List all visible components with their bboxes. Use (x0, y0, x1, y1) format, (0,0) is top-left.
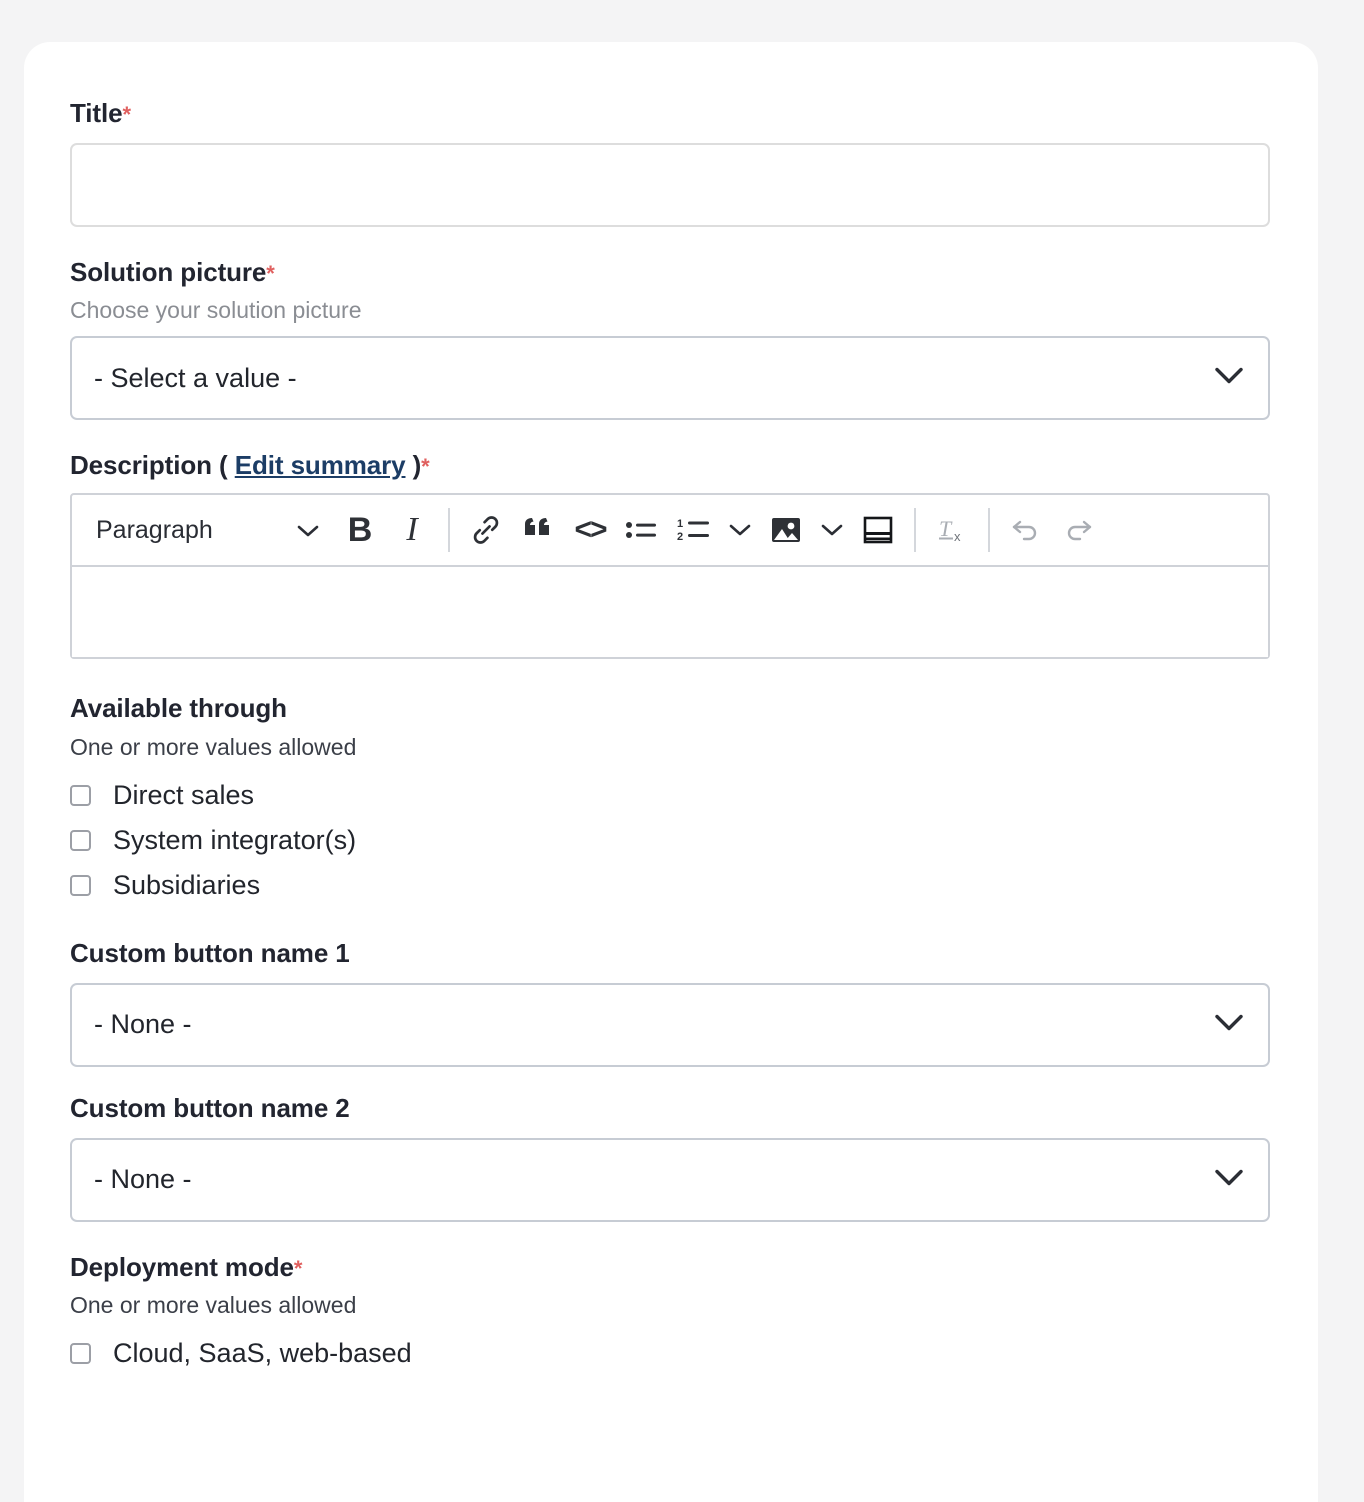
field-description: Description ( Edit summary )* Paragraph … (70, 450, 1272, 659)
available-through-help: One or more values allowed (70, 733, 1272, 763)
solution-picture-selected-value: - Select a value - (94, 363, 297, 394)
checkbox-subsidiaries[interactable] (70, 875, 91, 896)
solution-picture-select-wrap: - Select a value - (70, 336, 1270, 420)
checkbox-label: Subsidiaries (113, 872, 260, 899)
required-asterisk: * (294, 1256, 302, 1281)
checkbox-direct-sales[interactable] (70, 785, 91, 806)
paragraph-style-value: Paragraph (96, 516, 213, 545)
title-label: Title* (70, 98, 1272, 129)
solution-picture-select[interactable]: - Select a value - (70, 336, 1270, 420)
title-label-text: Title (70, 98, 122, 128)
description-label: Description ( Edit summary )* (70, 450, 1272, 481)
bulleted-list-icon[interactable] (616, 504, 668, 556)
checkbox-label: Direct sales (113, 782, 254, 809)
svg-text:x: x (954, 529, 961, 544)
code-icon[interactable]: <> (564, 504, 616, 556)
image-icon[interactable] (760, 504, 812, 556)
paragraph-style-dropdown[interactable]: Paragraph (78, 504, 334, 556)
field-custom-button-1: Custom button name 1 - None - (70, 938, 1272, 1067)
numbered-list-dropdown-chevron-down-icon[interactable] (720, 504, 760, 556)
custom-button-2-label: Custom button name 2 (70, 1093, 1272, 1124)
redo-icon[interactable] (1052, 504, 1104, 556)
edit-summary-link[interactable]: Edit summary (235, 450, 406, 480)
solution-picture-label: Solution picture* (70, 257, 1272, 288)
description-editor-body[interactable] (72, 567, 1268, 657)
blockquote-icon[interactable] (512, 504, 564, 556)
field-solution-picture: Solution picture* Choose your solution p… (70, 257, 1272, 420)
field-custom-button-2: Custom button name 2 - None - (70, 1093, 1272, 1222)
custom-button-1-select-wrap: - None - (70, 983, 1270, 1067)
custom-button-2-select-wrap: - None - (70, 1138, 1270, 1222)
deployment-mode-label-text: Deployment mode (70, 1252, 294, 1282)
custom-button-2-selected-value: - None - (94, 1164, 192, 1195)
checkbox-label: Cloud, SaaS, web-based (113, 1340, 412, 1367)
custom-button-1-label: Custom button name 1 (70, 938, 1272, 969)
solution-picture-label-text: Solution picture (70, 257, 266, 287)
checkbox-row-cloud-saas-web-based[interactable]: Cloud, SaaS, web-based (70, 1331, 1272, 1376)
svg-text:T: T (939, 516, 953, 541)
svg-text:1: 1 (677, 518, 683, 530)
field-available-through: Available through One or more values all… (70, 693, 1272, 907)
image-dropdown-chevron-down-icon[interactable] (812, 504, 852, 556)
required-asterisk: * (122, 102, 130, 127)
solution-picture-help: Choose your solution picture (70, 296, 1272, 326)
description-label-suffix: ) (413, 450, 422, 480)
required-asterisk: * (421, 454, 429, 479)
custom-button-1-selected-value: - None - (94, 1009, 192, 1040)
remove-format-icon[interactable]: T x (926, 504, 978, 556)
title-input[interactable] (70, 143, 1270, 227)
checkbox-row-direct-sales[interactable]: Direct sales (70, 773, 1272, 818)
undo-icon[interactable] (1000, 504, 1052, 556)
description-label-prefix: Description ( (70, 450, 228, 480)
deployment-mode-help: One or more values allowed (70, 1291, 1272, 1321)
field-title: Title* (70, 98, 1272, 227)
field-deployment-mode: Deployment mode* One or more values allo… (70, 1252, 1272, 1376)
checkbox-system-integrators[interactable] (70, 830, 91, 851)
checkbox-cloud-saas-web-based[interactable] (70, 1343, 91, 1364)
link-icon[interactable] (460, 504, 512, 556)
description-editor: Paragraph B I (70, 493, 1270, 659)
required-asterisk: * (266, 261, 274, 286)
svg-text:2: 2 (677, 531, 683, 543)
numbered-list-icon[interactable]: 1 2 (668, 504, 720, 556)
toolbar-divider (914, 508, 916, 552)
table-icon[interactable] (852, 504, 904, 556)
deployment-mode-label: Deployment mode* (70, 1252, 1272, 1283)
italic-button[interactable]: I (386, 504, 438, 556)
bold-button[interactable]: B (334, 504, 386, 556)
checkbox-label: System integrator(s) (113, 827, 356, 854)
available-through-label: Available through (70, 693, 1272, 724)
custom-button-2-select[interactable]: - None - (70, 1138, 1270, 1222)
toolbar-divider (988, 508, 990, 552)
checkbox-row-system-integrators[interactable]: System integrator(s) (70, 818, 1272, 863)
form-card: Title* Solution picture* Choose your sol… (24, 42, 1318, 1502)
chevron-down-icon (296, 516, 320, 545)
toolbar-divider (448, 508, 450, 552)
checkbox-row-subsidiaries[interactable]: Subsidiaries (70, 863, 1272, 908)
editor-toolbar: Paragraph B I (72, 495, 1268, 567)
custom-button-1-select[interactable]: - None - (70, 983, 1270, 1067)
